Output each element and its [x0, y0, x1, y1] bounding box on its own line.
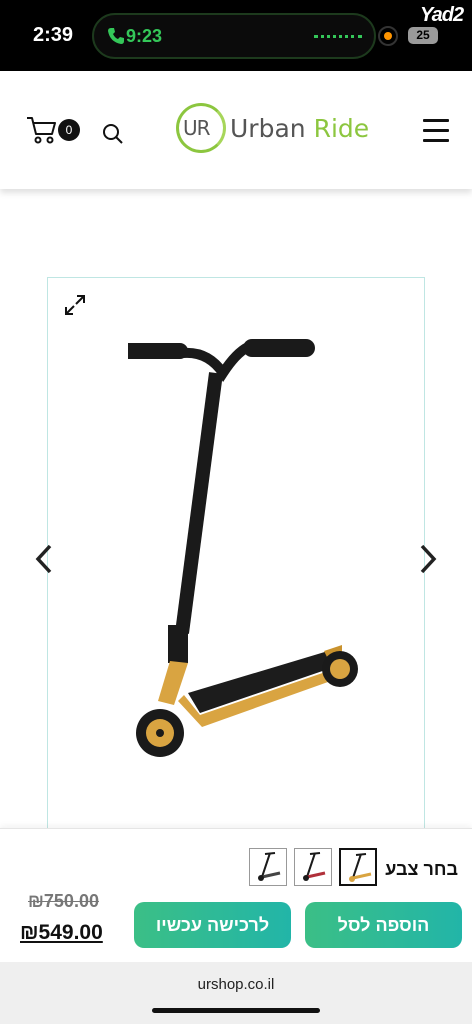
logo-word-ride: Ride [313, 114, 370, 143]
buy-now-button[interactable]: לרכישה עכשיו [134, 902, 291, 948]
url-text[interactable]: urshop.co.il [0, 976, 472, 993]
sale-price: ₪549.00 [20, 921, 103, 944]
phone-icon [108, 28, 124, 44]
app-badge: Yad2 [420, 4, 464, 26]
color-swatch-gold[interactable] [339, 848, 377, 886]
audio-wave-icon [314, 35, 362, 39]
status-time: 2:39 [33, 24, 74, 46]
search-icon[interactable] [102, 123, 124, 145]
cart-count-badge[interactable]: 0 [58, 119, 80, 141]
cart-icon[interactable] [26, 115, 58, 145]
scooter-thumb-black-icon [258, 852, 281, 881]
logo-wordmark: Urban Ride [230, 114, 369, 143]
chevron-left-icon[interactable] [34, 543, 54, 575]
add-to-cart-button[interactable]: הוספה לסל [305, 902, 462, 948]
original-price: ₪750.00 [28, 891, 99, 911]
purchase-bar: בחר צבע ₪750.00 ₪549.00 לרכישה עכשיו הוס… [0, 828, 472, 962]
color-picker-label: בחר צבע [385, 859, 458, 879]
product-gallery [47, 277, 425, 837]
logo-mark: UR [183, 116, 211, 140]
scooter-thumb-gold-icon [349, 853, 372, 882]
battery-level: 25 [408, 27, 438, 44]
mic-indicator-icon [378, 26, 398, 46]
scooter-product-image[interactable] [128, 333, 378, 773]
active-call-pill[interactable]: 9:23 [92, 13, 376, 59]
logo-word-urban: Urban [230, 114, 306, 143]
scooter-thumb-red-icon [303, 852, 326, 881]
home-indicator[interactable] [152, 1008, 320, 1013]
call-duration: 9:23 [126, 26, 163, 46]
site-header: 0 UR Urban Ride [0, 71, 472, 189]
urban-ride-logo[interactable]: UR Urban Ride [174, 101, 376, 159]
status-bar: 2:39 9:23 25 Yad2 [0, 0, 472, 71]
expand-icon[interactable] [64, 294, 86, 316]
hamburger-menu-icon[interactable] [423, 119, 449, 142]
chevron-right-icon[interactable] [418, 543, 438, 575]
color-swatch-black[interactable] [249, 848, 287, 886]
color-swatch-red[interactable] [294, 848, 332, 886]
browser-url-bar[interactable]: urshop.co.il [0, 962, 472, 1024]
